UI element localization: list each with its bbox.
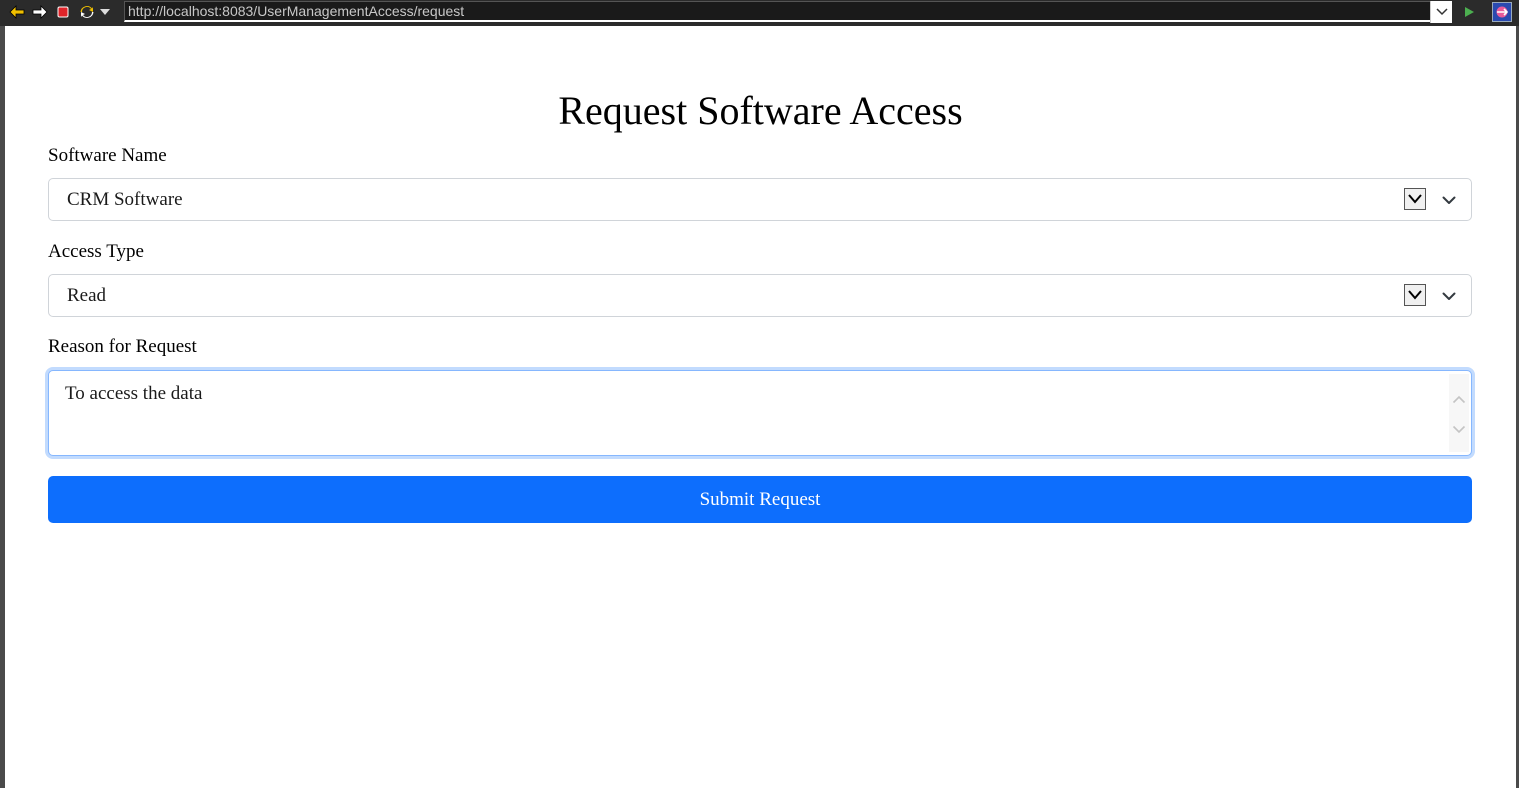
- address-bar[interactable]: [124, 1, 1452, 22]
- chevron-down-icon: [1441, 288, 1457, 304]
- refresh-icon[interactable]: [78, 3, 96, 21]
- scroll-up-icon[interactable]: [1450, 390, 1468, 408]
- access-type-label: Access Type: [48, 241, 144, 262]
- chevron-down-icon: [1441, 192, 1457, 208]
- forward-arrow-icon[interactable]: [31, 3, 49, 21]
- submit-request-button[interactable]: Submit Request: [48, 476, 1472, 523]
- stop-icon[interactable]: [54, 3, 72, 21]
- textarea-scrollbar[interactable]: [1449, 374, 1469, 452]
- history-dropdown-icon[interactable]: [98, 3, 112, 21]
- software-name-select[interactable]: CRM Software: [48, 178, 1472, 221]
- reason-textarea[interactable]: To access the data: [48, 370, 1472, 456]
- reason-label: Reason for Request: [48, 336, 197, 357]
- software-name-value: CRM Software: [67, 189, 183, 210]
- browser-toolbar: [0, 0, 1519, 26]
- page-viewport: Request Software Access Software Name CR…: [5, 26, 1516, 788]
- url-input[interactable]: [128, 2, 1428, 21]
- scroll-down-icon[interactable]: [1450, 420, 1468, 438]
- select-arrow-icon[interactable]: [1404, 284, 1426, 306]
- url-dropdown-icon[interactable]: [1430, 1, 1452, 23]
- exit-icon[interactable]: [1492, 2, 1512, 22]
- access-type-select[interactable]: Read: [48, 274, 1472, 317]
- software-name-label: Software Name: [48, 145, 167, 166]
- reason-value: To access the data: [65, 383, 203, 404]
- go-icon[interactable]: [1460, 3, 1478, 21]
- select-arrow-icon[interactable]: [1404, 188, 1426, 210]
- back-arrow-icon[interactable]: [8, 3, 26, 21]
- page-title: Request Software Access: [558, 88, 963, 133]
- access-type-value: Read: [67, 285, 107, 306]
